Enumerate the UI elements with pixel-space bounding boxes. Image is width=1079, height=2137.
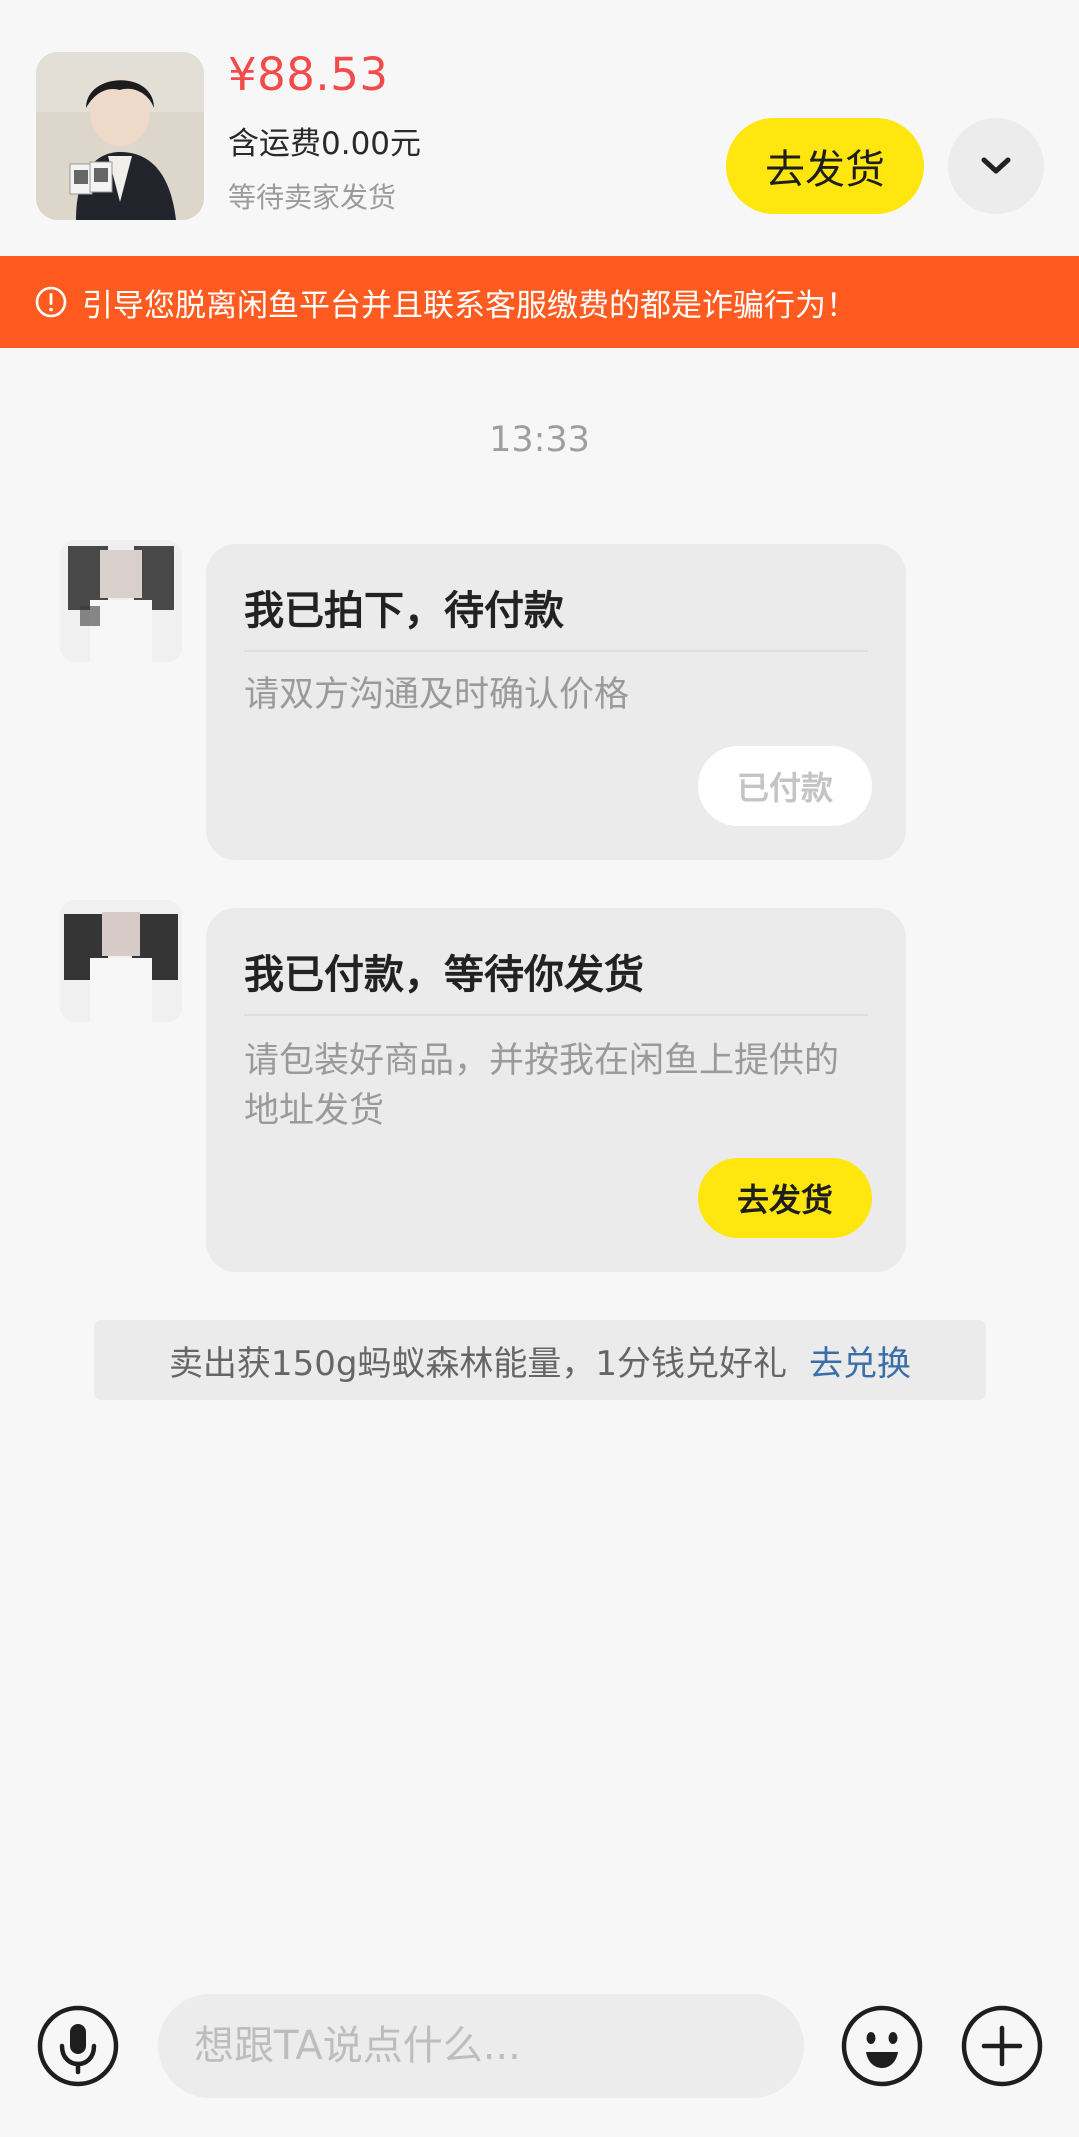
- card-title: 我已付款，等待你发货: [244, 952, 644, 998]
- chat-page: ¥88.53 含运费0.00元 等待卖家发货 去发货 引导您脱离闲鱼平台并且联系…: [0, 0, 1079, 2137]
- order-status: 等待卖家发货: [228, 181, 397, 214]
- redeem-link[interactable]: 去兑换: [809, 1336, 911, 1385]
- message-timestamp: 13:33: [489, 420, 590, 460]
- card-divider: [244, 1014, 868, 1016]
- order-price: ¥88.53: [228, 48, 389, 101]
- expand-button[interactable]: [948, 118, 1044, 214]
- shipping-fee: 含运费0.00元: [228, 126, 422, 162]
- microphone-icon[interactable]: [36, 2004, 120, 2088]
- product-thumbnail[interactable]: [36, 52, 204, 220]
- card-divider: [244, 650, 868, 652]
- buyer-avatar[interactable]: [60, 540, 182, 662]
- promo-text: 卖出获150g蚂蚁森林能量，1分钱兑好礼: [168, 1343, 788, 1384]
- order-placed-card: 我已拍下，待付款 请双方沟通及时确认价格 已付款: [206, 544, 906, 860]
- chevron-down-icon: [981, 157, 1011, 174]
- card-title: 我已拍下，待付款: [244, 588, 564, 634]
- card-description: 请双方沟通及时确认价格: [244, 675, 630, 715]
- card-ship-button[interactable]: 去发货: [698, 1158, 872, 1238]
- paid-button[interactable]: 已付款: [698, 746, 872, 826]
- card-description: 请包装好商品，并按我在闲鱼上提供的地址发货: [244, 1041, 840, 1131]
- payment-done-card: 我已付款，等待你发货 请包装好商品，并按我在闲鱼上提供的地址发货 去发货: [206, 908, 906, 1272]
- plus-icon[interactable]: [960, 2004, 1044, 2088]
- alert-circle-icon: [34, 285, 68, 319]
- emoji-icon[interactable]: [840, 2004, 924, 2088]
- promo-banner: 卖出获150g蚂蚁森林能量，1分钱兑好礼 去兑换: [94, 1320, 986, 1400]
- message-input[interactable]: [158, 1994, 804, 2098]
- ship-button[interactable]: 去发货: [726, 118, 924, 214]
- fraud-warning-banner: 引导您脱离闲鱼平台并且联系客服缴费的都是诈骗行为！: [0, 256, 1079, 348]
- buyer-avatar[interactable]: [60, 900, 182, 1022]
- order-header: ¥88.53 含运费0.00元 等待卖家发货 去发货: [0, 0, 1079, 256]
- warning-text: 引导您脱离闲鱼平台并且联系客服缴费的都是诈骗行为！: [82, 287, 857, 324]
